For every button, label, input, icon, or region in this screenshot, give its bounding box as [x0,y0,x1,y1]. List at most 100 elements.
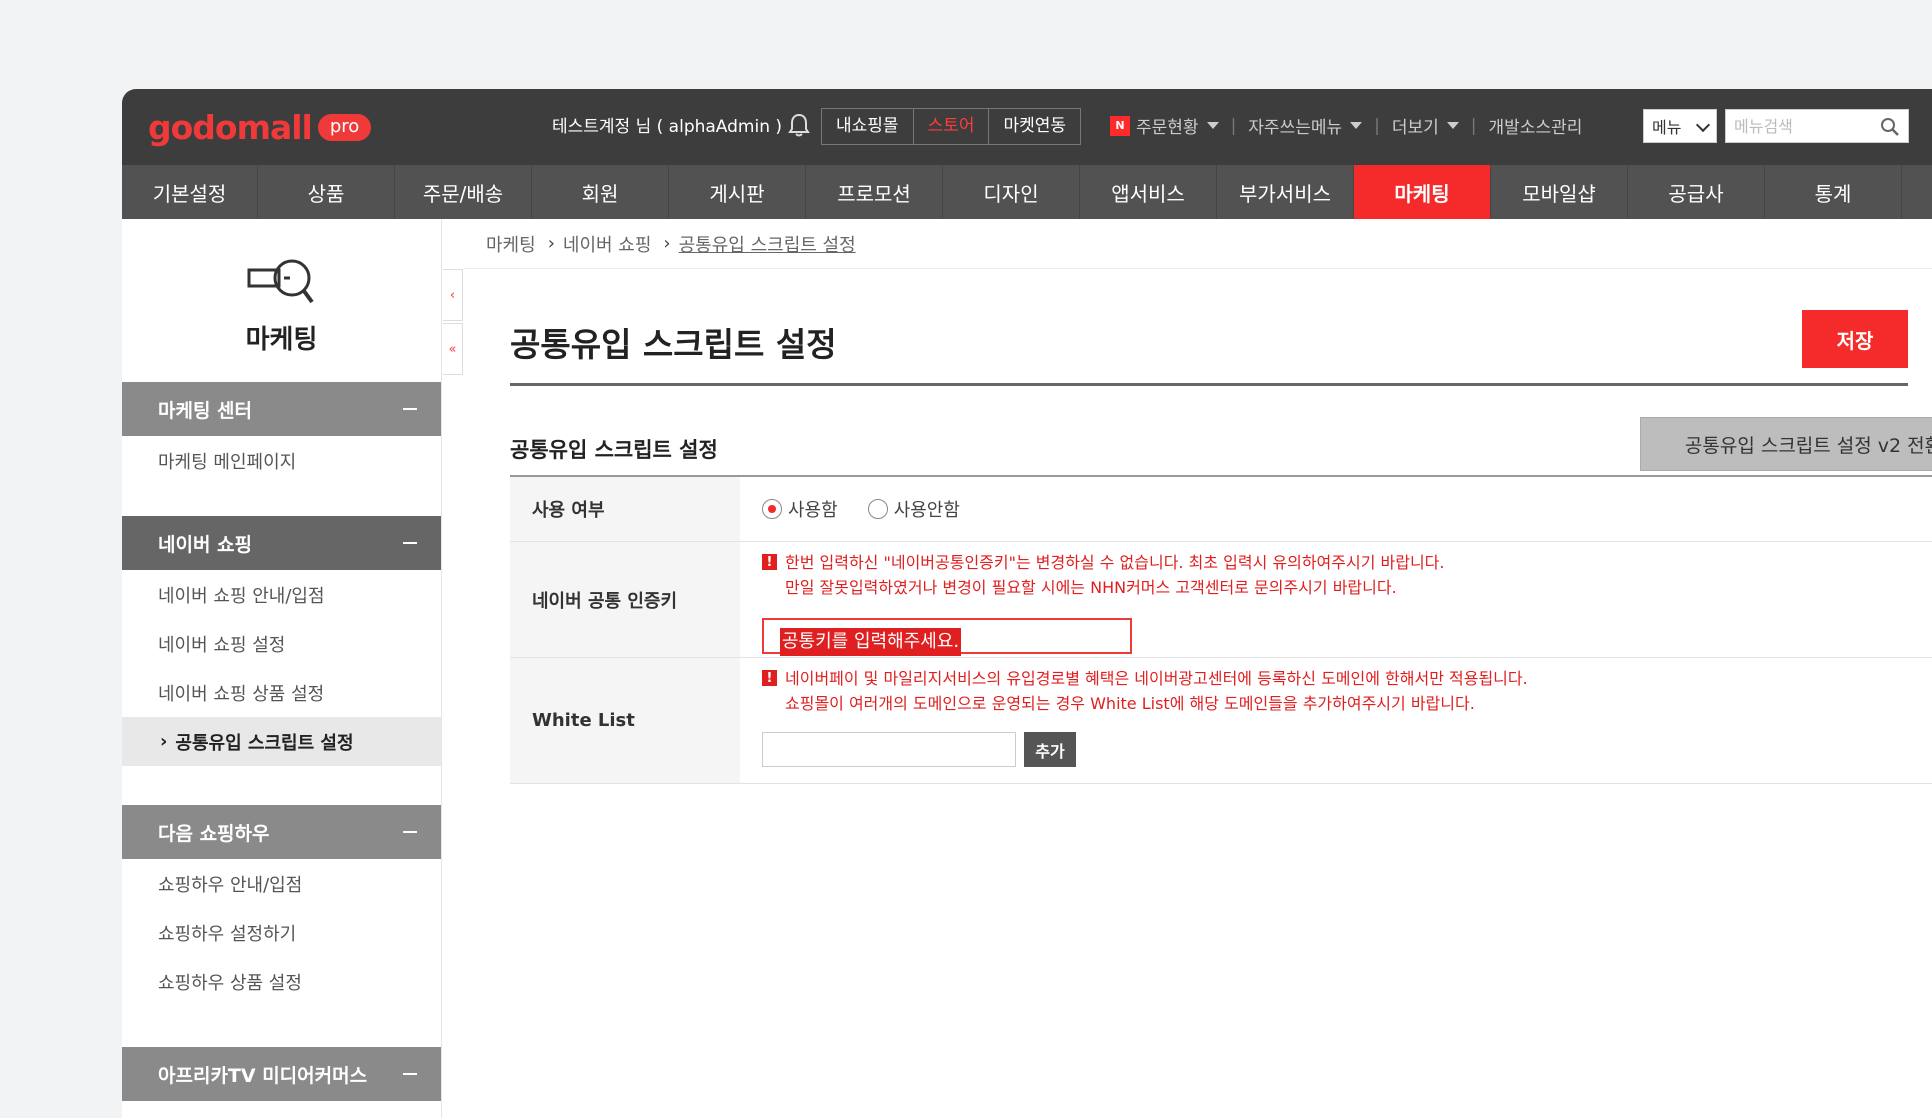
bell-icon[interactable] [788,113,810,137]
nav-marketing[interactable]: 마케팅 [1354,165,1491,219]
nav-board[interactable]: 게시판 [669,165,806,219]
sidebar-item-shoppinghow-product[interactable]: 쇼핑하우 상품 설정 [122,957,441,1006]
use-radio-group: 사용함 사용안함 [762,477,1932,541]
nav-promotion[interactable]: 프로모션 [806,165,943,219]
utility-links: N 주문현황 | 자주쓰는메뉴 | 더보기 | 개발소스관리 [1110,113,1582,138]
radio-label: 사용함 [788,500,838,521]
breadcrumb: 마케팅 › 네이버 쇼핑 › 공통유입 스크립트 설정 [464,219,1932,269]
nav-basic-settings[interactable]: 기본설정 [122,165,258,219]
whitelist-notice: ! 네이버페이 및 마일리지서비스의 유입경로별 혜택은 네이버광고센터에 등록… [762,666,1932,716]
menu-search-input[interactable] [1726,110,1866,142]
collapse-sidebar-button[interactable]: ‹ [443,269,463,321]
notice-line: 만일 잘못입력하였거나 변경이 필요할 시에는 NHN커머스 고객센터로 문의주… [785,578,1397,597]
sidebar-group-label: 마케팅 센터 [158,399,253,422]
marketing-icon [247,259,314,304]
form-label: White List [510,658,740,783]
sidebar-item-marketing-main[interactable]: 마케팅 메인페이지 [122,436,441,485]
sidebar-group-marketing-center[interactable]: 마케팅 센터 [122,382,441,436]
divider: | [1470,115,1477,136]
nav-orders[interactable]: 주문/배송 [395,165,532,219]
form-value: ! 한번 입력하신 "네이버공통인증키"는 변경하실 수 없습니다. 최초 입력… [740,542,1932,657]
logo[interactable]: godomall pro [148,107,372,147]
breadcrumb-current[interactable]: 공통유입 스크립트 설정 [679,231,856,257]
nav-design[interactable]: 디자인 [943,165,1080,219]
warning-icon: ! [762,670,777,686]
breadcrumb-item[interactable]: 네이버 쇼핑 [563,231,652,257]
authkey-input[interactable] [762,618,1132,654]
sidebar-item-shoppinghow-settings[interactable]: 쇼핑하우 설정하기 [122,908,441,957]
sidebar-group-naver-shopping[interactable]: 네이버 쇼핑 [122,516,441,570]
notice-line: 네이버페이 및 마일리지서비스의 유입경로별 혜택은 네이버광고센터에 등록하신… [785,669,1528,688]
sidebar-item-label: 공통유입 스크립트 설정 [175,732,354,754]
collapse-tabs: ‹ « [443,269,463,377]
order-status-link[interactable]: N 주문현황 [1110,113,1219,138]
sidebar-item-common-script[interactable]: › 공통유입 스크립트 설정 [122,717,441,766]
nav-members[interactable]: 회원 [532,165,669,219]
sidebar-title: 마케팅 [245,325,318,355]
user-info: 테스트계정 님 ( alphaAdmin ) [552,112,810,137]
nav-app-service[interactable]: 앱서비스 [1080,165,1217,219]
main-content: 마케팅 › 네이버 쇼핑 › 공통유입 스크립트 설정 공통유입 스크립트 설정… [464,219,1932,1118]
page-title: 공통유입 스크립트 설정 [510,325,837,364]
form-row-authkey: 네이버 공통 인증키 ! 한번 입력하신 "네이버공통인증키"는 변경하실 수 … [510,542,1932,658]
main-nav: 기본설정 상품 주문/배송 회원 게시판 프로모션 디자인 앱서비스 부가서비스… [122,165,1932,219]
breadcrumb-item[interactable]: 마케팅 [486,231,536,257]
breadcrumb-separator: › [547,233,555,254]
market-link-button[interactable]: 마켓연동 [989,109,1081,144]
admin-window: godomall pro 테스트계정 님 ( alphaAdmin ) 내쇼핑몰… [122,89,1932,1118]
whitelist-controls: 추가 [762,732,1932,767]
form-label: 사용 여부 [510,477,740,541]
nav-statistics[interactable]: 통계 [1765,165,1902,219]
dev-source-label: 개발소스관리 [1488,118,1583,138]
store-button[interactable]: 스토어 [913,109,990,144]
search-icon[interactable] [1880,117,1900,137]
radio-not-use[interactable]: 사용안함 [867,496,960,522]
user-name: 테스트계정 님 ( alphaAdmin ) [552,117,783,137]
form-label: 네이버 공통 인증키 [510,542,740,657]
nav-addon-service[interactable]: 부가서비스 [1217,165,1354,219]
menu-search-box [1725,109,1909,143]
sidebar-group-label: 네이버 쇼핑 [158,533,253,556]
radio-label: 사용안함 [893,500,960,521]
dev-source-link[interactable]: 개발소스관리 [1489,113,1583,138]
collapse-icon [403,542,417,544]
whitelist-input[interactable] [762,732,1016,767]
menu-select[interactable]: 메뉴 [1643,109,1717,143]
settings-form: 사용 여부 사용함 사용안함 네이버 공통 인증키 ! 한번 입력하신 "네이버… [510,475,1932,784]
nav-products[interactable]: 상품 [258,165,395,219]
favorite-menu-label: 자주쓰는메뉴 [1248,118,1343,138]
form-value: ! 네이버페이 및 마일리지서비스의 유입경로별 혜택은 네이버광고센터에 등록… [740,658,1932,783]
sidebar-group-label: 아프리카TV 미디어커머스 [158,1064,368,1087]
divider [510,383,1908,386]
my-mall-button[interactable]: 내쇼핑몰 [822,109,914,144]
sidebar-item-shoppinghow-guide[interactable]: 쇼핑하우 안내/입점 [122,859,441,908]
section-title: 공통유입 스크립트 설정 [510,438,718,462]
sidebar-item-naver-product[interactable]: 네이버 쇼핑 상품 설정 [122,668,441,717]
breadcrumb-separator: › [663,233,671,254]
collapse-icon [403,831,417,833]
more-label: 더보기 [1391,118,1439,138]
sidebar-item-naver-guide[interactable]: 네이버 쇼핑 안내/입점 [122,570,441,619]
caret-down-icon [1446,122,1459,129]
scroll-top-button[interactable]: « [443,323,463,375]
radio-use[interactable]: 사용함 [762,496,838,522]
favorite-menu-link[interactable]: 자주쓰는메뉴 [1248,113,1363,138]
logo-text: godomall [148,107,313,147]
notice-text: 한번 입력하신 "네이버공통인증키"는 변경하실 수 없습니다. 최초 입력시 … [785,550,1444,600]
form-row-whitelist: White List ! 네이버페이 및 마일리지서비스의 유입경로별 혜택은 … [510,658,1932,784]
add-button[interactable]: 추가 [1024,732,1076,767]
switch-v2-button[interactable]: 공통유입 스크립트 설정 v2 전환하기 [1640,417,1932,471]
form-row-use: 사용 여부 사용함 사용안함 [510,477,1932,542]
sidebar-item-naver-settings[interactable]: 네이버 쇼핑 설정 [122,619,441,668]
nav-mobile-shop[interactable]: 모바일샵 [1491,165,1628,219]
save-button[interactable]: 저장 [1802,310,1908,368]
nav-supplier[interactable]: 공급사 [1628,165,1765,219]
more-link[interactable]: 더보기 [1392,113,1459,138]
divider: | [1230,115,1237,136]
sidebar-group-daum-shopping[interactable]: 다음 쇼핑하우 [122,805,441,859]
sidebar-group-afreecatv[interactable]: 아프리카TV 미디어커머스 [122,1047,441,1101]
chevron-down-icon [1695,117,1711,133]
chevron-right-icon: › [160,731,168,752]
